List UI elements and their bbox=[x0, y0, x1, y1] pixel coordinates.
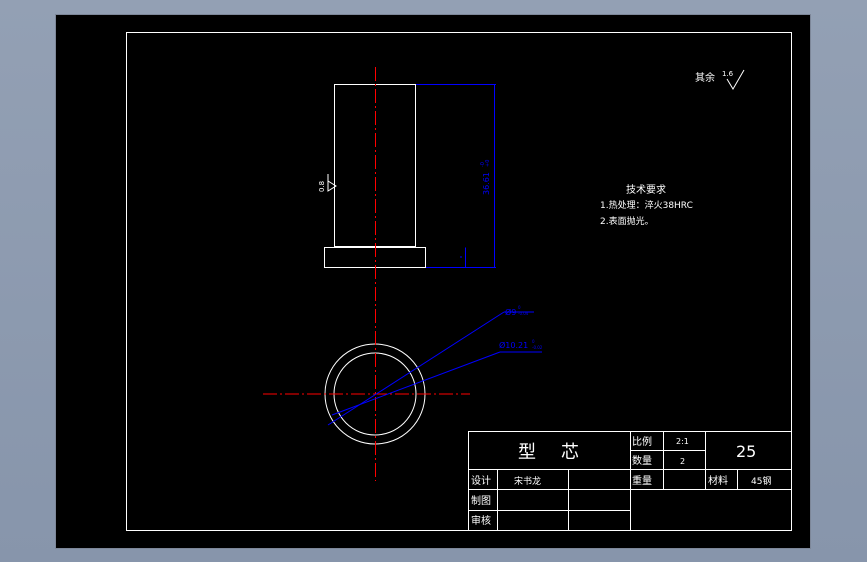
side-finish-symbol[interactable]: 0.8 bbox=[318, 174, 337, 192]
drawn-label: 制图 bbox=[471, 494, 491, 507]
weight-label: 重量 bbox=[632, 474, 652, 487]
leader-dia-inner bbox=[327, 311, 505, 426]
sheet-number: 25 bbox=[736, 442, 756, 461]
leader-dia-outer bbox=[331, 351, 501, 416]
tech-req-line1: 1.热处理：淬火38HRC bbox=[600, 199, 693, 211]
tech-requirements[interactable]: 技术要求 1.热处理：淬火38HRC 2.表面抛光。 bbox=[600, 183, 693, 227]
material-label: 材料 bbox=[708, 474, 728, 487]
drawing-viewport[interactable]: 36.61 +0 -0 0.8 Ø9 0 -0.04 Ø10.21 0 -0.0… bbox=[55, 14, 811, 549]
dia-inner-tol-lower: -0.04 bbox=[518, 311, 529, 316]
dia-inner-tol: 0 bbox=[518, 305, 521, 310]
designer-name: 宋书龙 bbox=[514, 475, 541, 487]
part-name-char1: 型 bbox=[518, 442, 536, 463]
side-finish-value: 0.8 bbox=[318, 181, 326, 192]
tech-req-title: 技术要求 bbox=[626, 183, 666, 196]
design-label: 设计 bbox=[471, 474, 491, 487]
qty-label: 数量 bbox=[632, 454, 652, 467]
part-name-char2: 芯 bbox=[561, 442, 579, 463]
height-value: 36.61 bbox=[482, 172, 491, 195]
check-label: 审核 bbox=[471, 514, 491, 527]
title-block-text: 型 芯 比例 2:1 数量 2 25 重量 材料 45钢 设计 宋书龙 制图 审… bbox=[471, 435, 771, 527]
dia-inner-value: Ø9 bbox=[505, 307, 516, 317]
diameter-leaders[interactable]: Ø9 0 -0.04 Ø10.21 0 -0.02 bbox=[327, 305, 543, 426]
dia-outer-tol: 0 bbox=[532, 339, 535, 344]
tech-req-line2: 2.表面抛光。 bbox=[600, 215, 654, 227]
material-value: 45钢 bbox=[751, 475, 771, 487]
height-dimension[interactable]: 36.61 +0 -0 bbox=[416, 84, 496, 268]
qty-value: 2 bbox=[680, 457, 685, 466]
front-view[interactable] bbox=[324, 67, 426, 285]
dia-outer-tol-lower: -0.02 bbox=[532, 345, 543, 350]
dia-outer-value: Ø10.21 bbox=[499, 340, 528, 350]
inner-frame bbox=[126, 32, 792, 531]
rest-finish-label: 其余 bbox=[695, 71, 715, 84]
top-view[interactable] bbox=[263, 287, 470, 481]
cad-drawing: 36.61 +0 -0 0.8 Ø9 0 -0.04 Ø10.21 0 -0.0… bbox=[126, 32, 792, 531]
height-tolerance-lower: -0 bbox=[480, 162, 486, 167]
scale-label: 比例 bbox=[632, 435, 652, 448]
rest-finish-symbol[interactable]: 其余 1.6 bbox=[695, 69, 745, 90]
rest-finish-value: 1.6 bbox=[722, 70, 734, 78]
scale-value: 2:1 bbox=[676, 437, 689, 446]
